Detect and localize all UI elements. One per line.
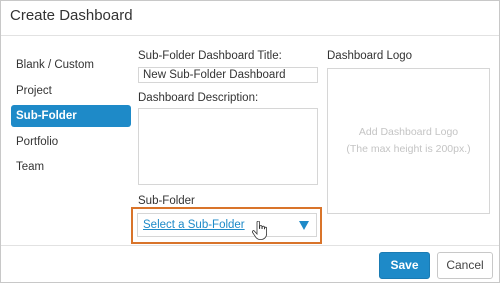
header-divider <box>1 35 499 36</box>
hand-pointer-icon <box>252 221 267 240</box>
sub-folder-select[interactable]: Select a Sub-Folder <box>137 213 317 237</box>
dashboard-description-label: Dashboard Description: <box>138 92 259 104</box>
logo-placeholder-text: Add Dashboard Logo <box>358 126 459 138</box>
footer-divider <box>1 245 499 246</box>
dashboard-title-input[interactable] <box>138 67 318 83</box>
create-dashboard-dialog: Create Dashboard Blank / Custom Project … <box>0 0 500 283</box>
logo-placeholder-hint: (The max height is 200px.) <box>346 143 471 155</box>
sidebar-item-sub-folder[interactable]: Sub-Folder <box>11 105 131 127</box>
sidebar-item-team[interactable]: Team <box>11 156 131 178</box>
sub-folder-label: Sub-Folder <box>138 195 195 207</box>
sidebar-item-portfolio[interactable]: Portfolio <box>11 131 131 153</box>
dashboard-logo-label: Dashboard Logo <box>327 50 413 62</box>
sub-folder-select-value: Select a Sub-Folder <box>143 219 245 231</box>
dialog-title: Create Dashboard <box>10 7 133 24</box>
dashboard-logo-dropzone[interactable]: Add Dashboard Logo (The max height is 20… <box>327 68 490 214</box>
sidebar-item-blank-custom[interactable]: Blank / Custom <box>11 54 131 76</box>
save-button[interactable]: Save <box>379 252 430 279</box>
dashboard-description-textarea[interactable] <box>138 108 318 185</box>
sidebar-item-project[interactable]: Project <box>11 80 131 102</box>
chevron-down-icon <box>299 220 309 230</box>
cancel-button[interactable]: Cancel <box>437 252 493 279</box>
dashboard-title-label: Sub-Folder Dashboard Title: <box>138 50 282 62</box>
dashboard-type-sidebar: Blank / Custom Project Sub-Folder Portfo… <box>11 54 131 182</box>
